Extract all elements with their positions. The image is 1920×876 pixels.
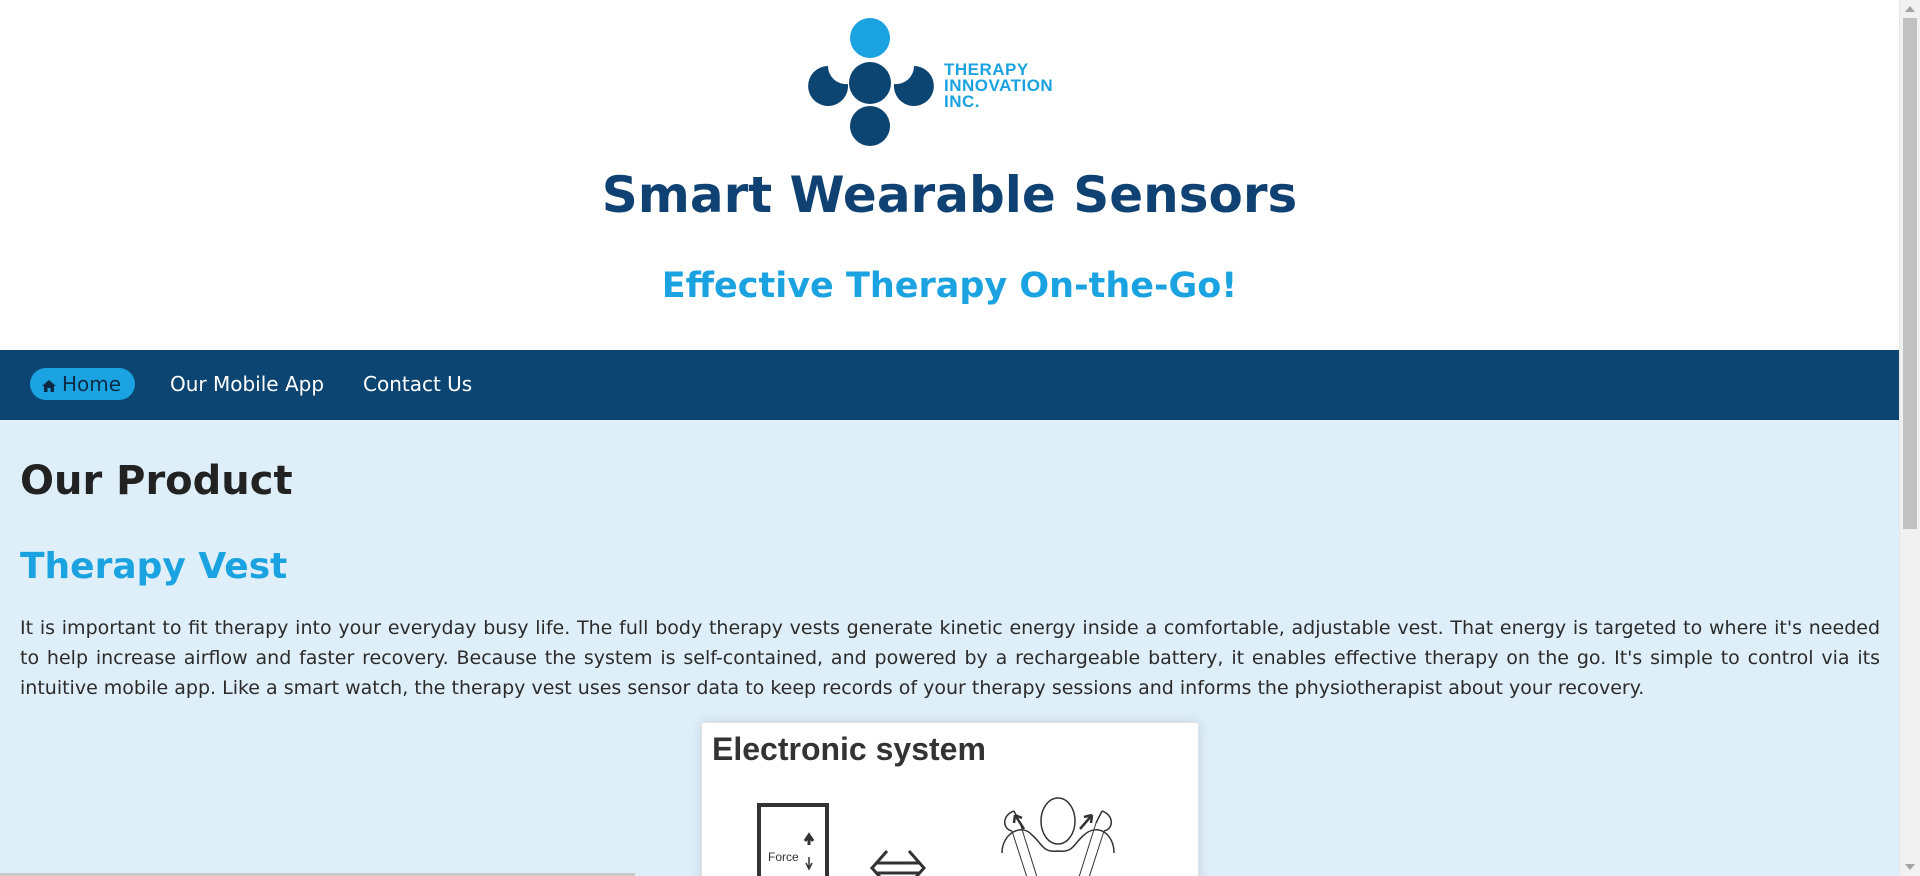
vertical-scrollbar[interactable]: [1899, 0, 1920, 876]
site-header: THERAPY INNOVATION INC. Smart Wearable S…: [0, 0, 1899, 350]
page: THERAPY INNOVATION INC. Smart Wearable S…: [0, 0, 1899, 876]
person-head: [1040, 797, 1076, 845]
device-box: [757, 803, 829, 876]
logo-line: INC.: [944, 92, 980, 111]
nav-item-contact-us[interactable]: Contact Us: [351, 368, 484, 400]
arrow-upright-icon: [1079, 813, 1094, 830]
section-heading: Our Product: [20, 458, 293, 504]
figure-title: Electronic system: [712, 731, 986, 767]
arrow-down-icon: [805, 857, 813, 871]
therapy-innovation-logo[interactable]: THERAPY INNOVATION INC.: [804, 16, 1074, 150]
logo-text: THERAPY INNOVATION INC.: [944, 61, 1053, 111]
product-description: It is important to fit therapy into your…: [20, 617, 1880, 699]
device-label: Force: [768, 850, 799, 864]
scrollbar-thumb[interactable]: [1903, 18, 1917, 529]
scroll-up-arrow-icon[interactable]: [1905, 6, 1915, 12]
double-arrow-icon: [869, 850, 927, 876]
person-arms: [1001, 829, 1115, 854]
site-title: Smart Wearable Sensors: [601, 166, 1298, 224]
arrow-upleft-icon: [1012, 813, 1026, 830]
home-icon: [42, 380, 56, 392]
nav-item-mobile-app[interactable]: Our Mobile App: [158, 368, 336, 400]
main-navigation: Home Our Mobile App Contact Us: [0, 350, 1899, 420]
arrow-up-icon: [803, 832, 815, 845]
product-heading: Therapy Vest: [20, 546, 288, 587]
site-tagline: Effective Therapy On-the-Go!: [661, 266, 1238, 306]
main-content: Our Product Therapy Vest It is important…: [0, 420, 1899, 876]
scroll-down-arrow-icon[interactable]: [1905, 864, 1915, 870]
nav-item-label: Home: [62, 372, 122, 396]
electronic-system-figure: Force Electronic system: [701, 722, 1199, 876]
nav-item-home[interactable]: Home: [30, 368, 136, 400]
logo-circles-icon: [808, 18, 934, 146]
